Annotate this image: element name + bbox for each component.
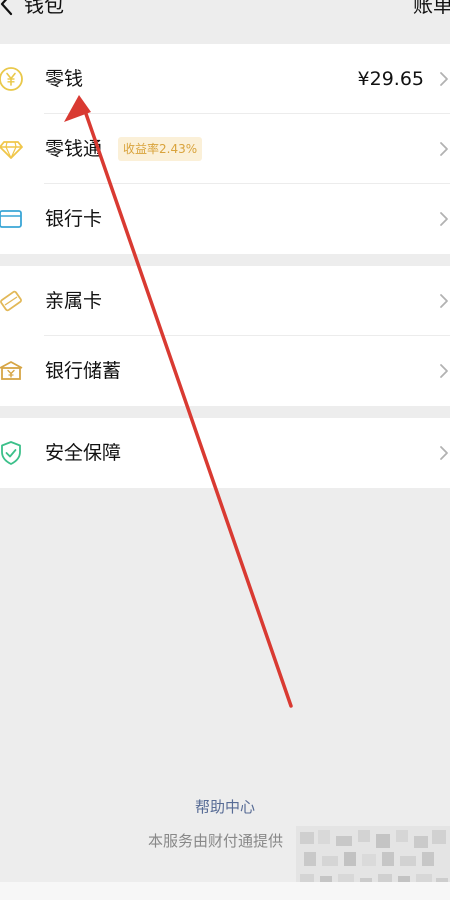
diamond-icon [0, 141, 23, 159]
chevron-right-icon [440, 212, 448, 226]
bottom-strip [0, 882, 450, 900]
help-center-link[interactable]: 帮助中心 [0, 796, 450, 818]
row-label: 银行卡 [45, 208, 103, 230]
chevron-right-icon [440, 446, 448, 460]
balance-value: ¥29.65 [357, 68, 424, 90]
row-label: 零钱 [45, 68, 84, 90]
row-label: 银行储蓄 [45, 360, 122, 382]
page-title: 钱包 [24, 0, 64, 17]
top-bar: 钱包 账单 [0, 0, 450, 44]
chevron-right-icon [440, 72, 448, 86]
row-change[interactable]: 零钱 ¥29.65 [0, 44, 450, 114]
wallet-group-family: 亲属卡 银行储蓄 [0, 266, 450, 406]
chevron-right-icon [440, 142, 448, 156]
chevron-right-icon [440, 294, 448, 308]
yuan-coin-icon [0, 67, 23, 91]
row-security[interactable]: 安全保障 [0, 418, 450, 488]
row-family-card[interactable]: 亲属卡 [0, 266, 450, 336]
chevron-right-icon [440, 364, 448, 378]
family-card-icon [0, 290, 22, 312]
wallet-group-security: 安全保障 [0, 418, 450, 488]
row-label: 亲属卡 [45, 290, 103, 312]
row-bank-card[interactable]: 银行卡 [0, 184, 450, 254]
row-label: 安全保障 [45, 442, 122, 464]
row-bank-savings[interactable]: 银行储蓄 [0, 336, 450, 406]
row-label: 零钱通 [45, 138, 103, 160]
bank-card-icon [0, 210, 22, 228]
wallet-group-primary: 零钱 ¥29.65 零钱通 收益率2.43% 银行卡 [0, 44, 450, 254]
provider-note: 本服务由财付通提供 [148, 832, 284, 850]
shield-check-icon [1, 441, 21, 465]
chevron-left-icon[interactable] [0, 0, 20, 20]
bill-link[interactable]: 账单 [413, 0, 450, 18]
savings-box-icon [0, 361, 23, 380]
yield-rate-badge: 收益率2.43% [118, 137, 203, 161]
row-change-plus[interactable]: 零钱通 收益率2.43% [0, 114, 450, 184]
